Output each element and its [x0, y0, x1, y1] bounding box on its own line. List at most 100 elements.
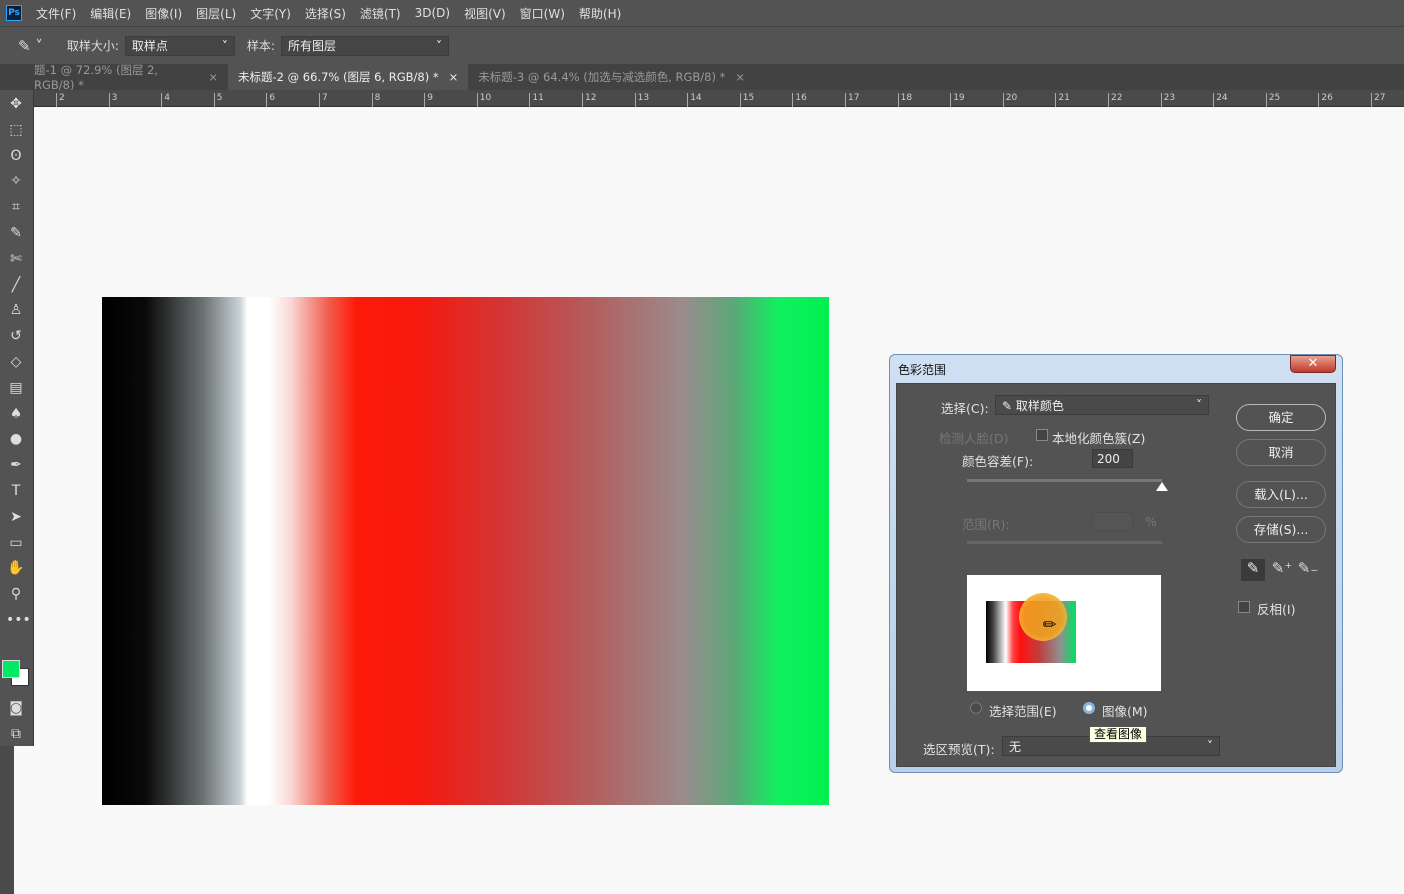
ruler-tick: 14	[687, 93, 702, 107]
move-tool-icon[interactable]: ✥	[6, 94, 26, 114]
close-button[interactable]: ✕	[1290, 355, 1336, 373]
range-label: 范围(R):	[962, 517, 1010, 532]
vertical-ruler	[0, 746, 14, 894]
load-button[interactable]: 载入(L)...	[1236, 481, 1326, 508]
document-tabs: 题-1 @ 72.9% (图层 2, RGB/8) * × 未标题-2 @ 66.…	[0, 63, 1404, 92]
sample-label: 样本:	[246, 39, 275, 53]
screen-mode-icon[interactable]: ⧉	[6, 724, 26, 744]
dodge-tool-icon[interactable]: ●	[6, 429, 26, 449]
selection-preview-label: 选区预览(T):	[923, 742, 995, 757]
ruler-tick: 6	[266, 93, 275, 107]
magic-wand-tool-icon[interactable]: ✧	[6, 171, 26, 191]
tab-doc-3[interactable]: 未标题-3 @ 64.4% (加选与减选颜色, RGB/8) * ×	[468, 64, 755, 90]
cancel-button[interactable]: 取消	[1236, 439, 1326, 466]
type-tool-icon[interactable]: T	[6, 481, 26, 501]
menu-3d[interactable]: 3D(D)	[415, 6, 450, 20]
options-bar: ✎ ˅ 取样大小: 取样点 ˅ 样本: 所有图层 ˅	[0, 26, 1404, 64]
menu-type[interactable]: 文字(Y)	[250, 5, 291, 22]
marquee-tool-icon[interactable]: ⬚	[6, 120, 26, 140]
close-icon[interactable]: ×	[208, 70, 218, 84]
detect-faces-checkbox[interactable]: 检测人脸(D)	[939, 428, 1008, 447]
blur-tool-icon[interactable]: ♠	[6, 404, 26, 424]
hand-tool-icon[interactable]: ✋	[6, 558, 26, 578]
zoom-tool-icon[interactable]: ⚲	[6, 584, 26, 604]
ok-button[interactable]: 确定	[1236, 404, 1326, 431]
foreground-color-swatch[interactable]	[2, 660, 20, 678]
fuzziness-input[interactable]: 200	[1092, 449, 1133, 468]
rectangle-tool-icon[interactable]: ▭	[6, 533, 26, 553]
color-range-dialog: 色彩范围 ✕ 选择(C): ✎ 取样颜色 ˅ 检测人脸(D) 本地化颜色簇(Z) …	[889, 354, 1343, 773]
sample-size-select[interactable]: 取样点 ˅	[124, 35, 235, 56]
preview-area[interactable]: ✎	[967, 575, 1161, 691]
close-icon[interactable]: ×	[449, 70, 459, 84]
menu-window[interactable]: 窗口(W)	[520, 5, 565, 22]
ruler-tick: 4	[161, 93, 170, 107]
dialog-title: 色彩范围	[898, 363, 947, 377]
radio-image-label: 图像(M)	[1102, 704, 1148, 719]
eraser-tool-icon[interactable]: ◇	[6, 352, 26, 372]
ruler-tick: 9	[424, 93, 433, 107]
fuzziness-slider-thumb[interactable]	[1156, 482, 1168, 491]
menu-layer[interactable]: 图层(L)	[196, 5, 236, 22]
pen-tool-icon[interactable]: ✒	[6, 455, 26, 475]
crop-tool-icon[interactable]: ⌗	[6, 197, 26, 217]
menu-file[interactable]: 文件(F)	[36, 5, 76, 22]
localized-checkbox[interactable]	[1036, 429, 1048, 441]
path-selection-tool-icon[interactable]: ➤	[6, 507, 26, 527]
menu-select[interactable]: 选择(S)	[305, 5, 346, 22]
tab-doc-2[interactable]: 未标题-2 @ 66.7% (图层 6, RGB/8) * ×	[228, 64, 469, 90]
gradient-tool-icon[interactable]: ▤	[6, 378, 26, 398]
eyedropper-icon: ✎	[1002, 398, 1016, 413]
dialog-body: 选择(C): ✎ 取样颜色 ˅ 检测人脸(D) 本地化颜色簇(Z) 颜色容差(F)…	[896, 383, 1336, 767]
toolbox: ✥ ⬚ ʘ ✧ ⌗ ✎ ✄ ╱ ♙ ↺ ◇ ▤ ♠ ● ✒ T ➤ ▭ ✋ ⚲ ••• ◙ ⧉	[0, 90, 34, 746]
range-slider	[967, 541, 1162, 544]
ruler-tick: 8	[371, 93, 380, 107]
healing-tool-icon[interactable]: ✄	[6, 249, 26, 269]
menu-view[interactable]: 视图(V)	[464, 5, 506, 22]
tab-label: 题-1 @ 72.9% (图层 2, RGB/8) *	[34, 63, 159, 92]
eyedropper-tool-icon[interactable]: ✎	[6, 223, 26, 243]
menu-edit[interactable]: 编辑(E)	[90, 5, 131, 22]
canvas-gradient-image	[102, 297, 829, 805]
ruler-tick: 11	[529, 93, 544, 107]
quick-mask-icon[interactable]: ◙	[6, 698, 26, 718]
tab-label: 未标题-2 @ 66.7% (图层 6, RGB/8) *	[238, 70, 439, 84]
ruler-tick: 15	[739, 93, 754, 107]
ruler-tick: 25	[1265, 93, 1280, 107]
ruler-tick: 22	[1108, 93, 1122, 107]
save-button[interactable]: 存储(S)...	[1236, 516, 1326, 543]
eyedropper-tool-preset-icon[interactable]: ✎ ˅	[18, 37, 43, 55]
fuzziness-slider[interactable]	[967, 479, 1162, 482]
ruler-tick: 18	[897, 93, 912, 107]
more-tools-icon[interactable]: •••	[6, 610, 31, 630]
eyedropper-icon[interactable]: ✎	[1241, 559, 1265, 581]
ruler-tick: 12	[582, 93, 596, 107]
radio-image[interactable]	[1083, 702, 1095, 714]
tooltip: 查看图像	[1089, 726, 1148, 743]
stamp-tool-icon[interactable]: ♙	[6, 300, 26, 320]
history-brush-tool-icon[interactable]: ↺	[6, 326, 26, 346]
brush-tool-icon[interactable]: ╱	[6, 275, 26, 295]
ruler-tick: 3	[108, 93, 117, 107]
selection-preview-value: 无	[1009, 739, 1022, 754]
invert-checkbox[interactable]	[1238, 601, 1250, 613]
localized-label: 本地化颜色簇(Z)	[1052, 431, 1146, 446]
select-dropdown[interactable]: ✎ 取样颜色 ˅	[995, 395, 1209, 415]
tab-doc-1[interactable]: 题-1 @ 72.9% (图层 2, RGB/8) * ×	[0, 63, 228, 92]
menu-help[interactable]: 帮助(H)	[579, 5, 621, 22]
ruler-tick: 2	[56, 93, 65, 107]
select-value: 取样颜色	[1015, 398, 1064, 413]
chevron-down-icon: ˅	[1207, 739, 1213, 753]
close-icon[interactable]: ×	[735, 70, 745, 84]
lasso-tool-icon[interactable]: ʘ	[6, 146, 26, 166]
ruler-tick: 26	[1318, 93, 1333, 107]
subtract-from-sample-icon[interactable]: ✎₋	[1296, 559, 1320, 581]
add-to-sample-icon[interactable]: ✎⁺	[1270, 559, 1294, 581]
sample-select[interactable]: 所有图层 ˅	[280, 35, 449, 56]
radio-selection[interactable]	[970, 702, 982, 714]
chevron-down-icon: ˅	[221, 38, 228, 53]
ruler-tick: 10	[476, 93, 491, 107]
menu-filter[interactable]: 滤镜(T)	[360, 5, 401, 22]
menu-image[interactable]: 图像(I)	[145, 5, 182, 22]
horizontal-ruler: 2 3 4 5 6 7 8 9 10 11 12 13 14 15 16 17 18 19 20 21 22 23 24 25…	[34, 90, 1404, 107]
